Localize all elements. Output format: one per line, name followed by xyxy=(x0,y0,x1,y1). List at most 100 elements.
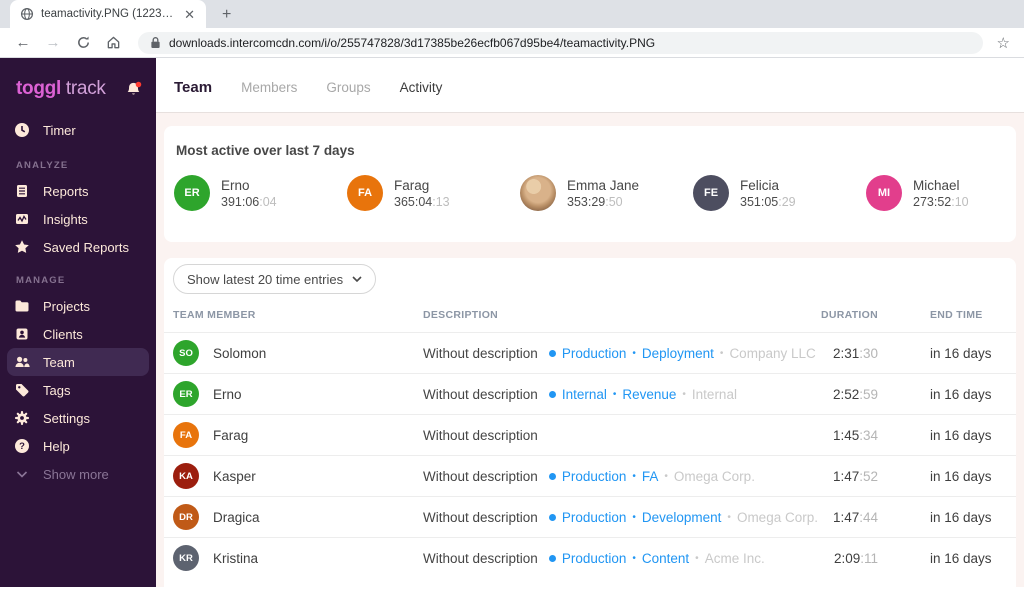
avatar: ER xyxy=(174,175,210,211)
activity-card: Show latest 20 time entries TEAM MEMBER … xyxy=(164,258,1016,587)
folder-icon xyxy=(14,298,30,314)
avatar: ER xyxy=(173,381,199,407)
sidebar-item-reports[interactable]: Reports xyxy=(0,177,156,205)
avatar: KR xyxy=(173,545,199,571)
task-link[interactable]: FA xyxy=(642,469,659,484)
description-text: Without description xyxy=(423,509,538,525)
most-active-person: ER Erno 391:06:04 xyxy=(174,175,347,211)
table-row[interactable]: DR Dragica Without description Production •… xyxy=(164,496,1016,537)
back-button[interactable]: ← xyxy=(10,31,36,55)
sidebar: toggl track Timer ANALYZE Reports Insigh… xyxy=(0,58,156,587)
chevron-down-icon xyxy=(352,276,362,282)
member-name: Solomon xyxy=(213,345,267,361)
project-link[interactable]: Production xyxy=(562,551,627,566)
client-card-icon xyxy=(14,326,30,342)
top-navigation: Team Members Groups Activity xyxy=(156,58,1024,113)
end-time-cell: in 16 days xyxy=(930,509,992,525)
end-time-cell: in 16 days xyxy=(930,427,992,443)
url-text: downloads.intercomcdn.com/i/o/255747828/… xyxy=(169,35,656,50)
most-active-title: Most active over last 7 days xyxy=(176,143,355,158)
sidebar-item-settings[interactable]: Settings xyxy=(0,404,156,432)
toggl-logo[interactable]: toggl track xyxy=(16,78,106,100)
forward-button[interactable]: → xyxy=(40,31,66,55)
description-text: Without description xyxy=(423,386,538,402)
project-link[interactable]: Production xyxy=(562,510,627,525)
sidebar-item-insights[interactable]: Insights xyxy=(0,205,156,233)
client-label: Internal xyxy=(691,386,737,402)
sidebar-item-clients[interactable]: Clients xyxy=(0,320,156,348)
client-label: Omega Corp. xyxy=(673,468,755,484)
table-header: TEAM MEMBER DESCRIPTION DURATION END TIM… xyxy=(164,294,1016,332)
sidebar-section-manage: MANAGE xyxy=(16,275,66,286)
client-label: Company LLC xyxy=(729,345,816,361)
sidebar-item-team[interactable]: Team xyxy=(7,348,149,376)
entries-filter-dropdown[interactable]: Show latest 20 time entries xyxy=(173,264,377,294)
browser-tab[interactable]: teamactivity.PNG (1223×630) ✕ xyxy=(10,0,206,28)
sidebar-item-help[interactable]: ? Help xyxy=(0,432,156,460)
project-color-dot xyxy=(548,554,556,562)
client-separator-dot: • xyxy=(719,347,724,359)
table-row[interactable]: ER Erno Without description Internal • Reven… xyxy=(164,373,1016,414)
sidebar-item-timer[interactable]: Timer xyxy=(0,116,156,144)
avatar: KA xyxy=(173,463,199,489)
reload-button[interactable] xyxy=(70,31,96,55)
browser-tab-strip: teamactivity.PNG (1223×630) ✕ + xyxy=(0,0,1024,28)
person-time: 353:29:50 xyxy=(567,194,623,209)
team-people-icon xyxy=(14,354,30,370)
sidebar-item-projects[interactable]: Projects xyxy=(0,292,156,320)
client-separator-dot: • xyxy=(695,552,699,564)
task-separator-dot: • xyxy=(612,388,617,400)
bookmark-star-icon[interactable]: ☆ xyxy=(993,34,1014,52)
avatar: DR xyxy=(173,504,199,530)
table-row[interactable]: SO Solomon Without description Production •… xyxy=(164,332,1016,373)
avatar: FA xyxy=(347,175,383,211)
header-end-time: END TIME xyxy=(930,309,983,321)
project-link[interactable]: Production xyxy=(562,346,627,361)
project-link[interactable]: Internal xyxy=(562,387,607,402)
duration-cell: 2:31:30 xyxy=(832,345,878,361)
tab-close-icon[interactable]: ✕ xyxy=(181,7,198,22)
most-active-person: FE Felicia 351:05:29 xyxy=(693,175,866,211)
table-row[interactable]: KR Kristina Without description Production… xyxy=(164,537,1016,578)
avatar-photo xyxy=(520,175,556,211)
member-name: Erno xyxy=(213,386,242,402)
home-button[interactable] xyxy=(100,31,126,55)
project-link[interactable]: Production xyxy=(562,469,627,484)
address-bar[interactable]: downloads.intercomcdn.com/i/o/255747828/… xyxy=(138,31,983,54)
tab-members[interactable]: Members xyxy=(241,80,297,95)
task-separator-dot: • xyxy=(632,347,636,359)
table-row[interactable]: FA Farag Without description 1:45:34 in 1… xyxy=(164,414,1016,455)
viewport-bottom-gap xyxy=(0,587,1024,597)
member-name: Kristina xyxy=(213,550,259,566)
person-name: Felicia xyxy=(740,177,780,193)
globe-favicon-icon xyxy=(20,7,34,21)
help-icon: ? xyxy=(14,438,30,454)
sidebar-item-saved-reports[interactable]: Saved Reports xyxy=(0,233,156,261)
page: toggl track Timer ANALYZE Reports Insigh… xyxy=(0,58,1024,587)
bell-icon[interactable] xyxy=(125,81,142,98)
task-link[interactable]: Content xyxy=(642,551,689,566)
table-row[interactable]: KA Kasper Without description Production • F… xyxy=(164,455,1016,496)
client-separator-dot: • xyxy=(727,511,731,523)
end-time-cell: in 16 days xyxy=(930,386,992,402)
description-text: Without description xyxy=(423,427,538,443)
member-name: Farag xyxy=(213,427,249,443)
header-team-member: TEAM MEMBER xyxy=(173,309,256,321)
sidebar-item-show-more[interactable]: Show more xyxy=(0,460,156,488)
person-time: 391:06:04 xyxy=(221,194,277,209)
sidebar-item-tags[interactable]: Tags xyxy=(0,376,156,404)
gear-icon xyxy=(14,410,30,426)
project-color-dot xyxy=(548,472,556,480)
task-separator-dot: • xyxy=(632,470,636,482)
project-color-dot xyxy=(548,349,556,357)
task-separator-dot: • xyxy=(632,552,636,564)
tab-groups[interactable]: Groups xyxy=(326,80,370,95)
client-separator-dot: • xyxy=(682,388,686,400)
task-link[interactable]: Deployment xyxy=(642,346,714,361)
person-name: Michael xyxy=(913,177,960,193)
task-link[interactable]: Development xyxy=(642,510,722,525)
most-active-list: ER Erno 391:06:04 FA Farag 365:04:13 Emm… xyxy=(174,175,1006,211)
new-tab-button[interactable]: + xyxy=(216,6,237,28)
tab-activity[interactable]: Activity xyxy=(400,80,443,95)
task-link[interactable]: Revenue xyxy=(622,387,676,402)
